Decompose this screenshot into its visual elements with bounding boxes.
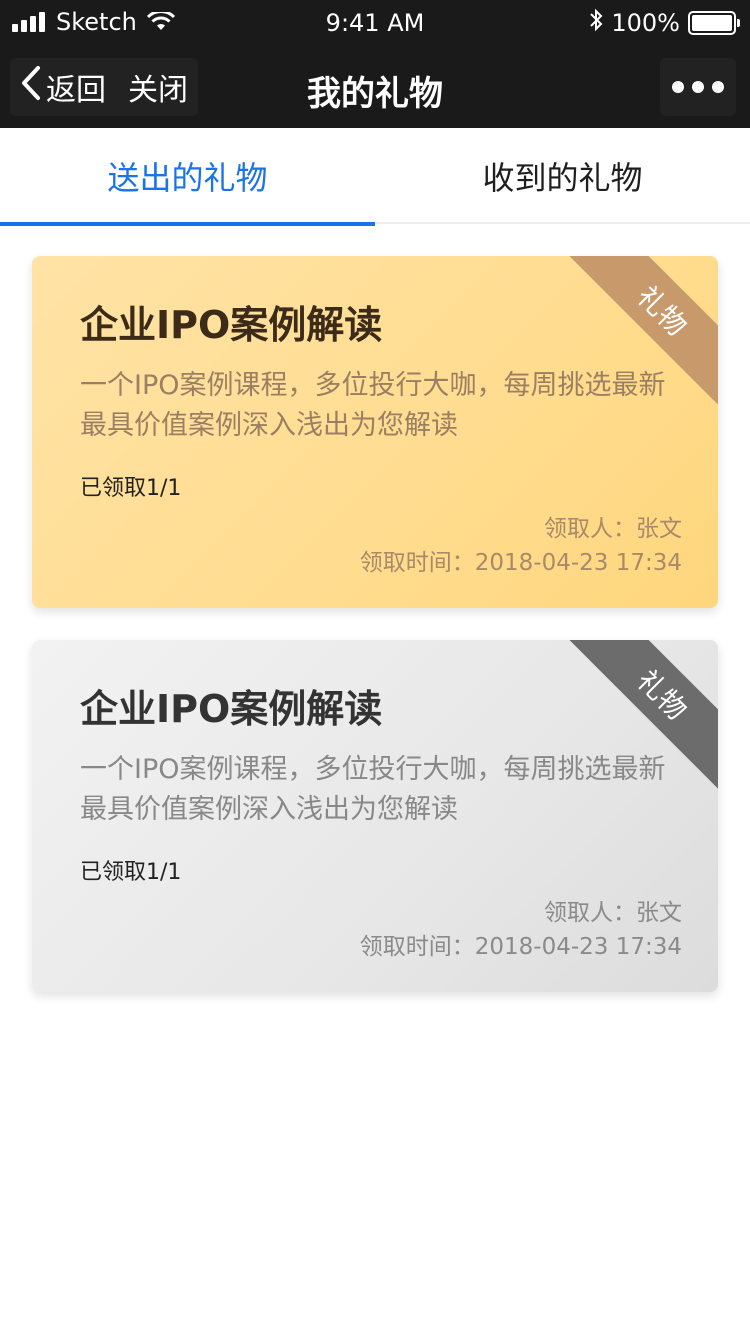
tab-sent-gifts[interactable]: 送出的礼物 [0,128,375,226]
bluetooth-icon [589,8,603,38]
tab-received-gifts[interactable]: 收到的礼物 [375,128,750,224]
status-bar: Sketch 9:41 AM 100% [0,0,750,46]
gift-card[interactable]: 礼物 企业IPO案例解读 一个IPO案例课程，多位投行大咖，每周挑选最新最具价值… [32,256,718,608]
more-icon[interactable] [660,58,736,116]
card-description: 一个IPO案例课程，多位投行大咖，每周挑选最新最具价值案例深入浅出为您解读 [80,370,666,441]
battery-percentage: 100% [611,9,680,37]
claimed-count: 已领取1/1 [80,860,182,885]
card-description: 一个IPO案例课程，多位投行大咖，每周挑选最新最具价值案例深入浅出为您解读 [80,754,666,825]
claimed-count: 已领取1/1 [80,476,182,501]
receiver: 领取人：张文 [544,900,682,926]
receiver: 领取人：张文 [544,516,682,542]
status-right: 100% [589,8,740,38]
received-time: 领取时间：2018-04-23 17:34 [359,934,682,960]
page-title: 我的礼物 [307,74,443,114]
card-meta: 领取人：张文 领取时间：2018-04-23 17:34 [360,896,682,964]
card-title: 企业IPO案例解读 [80,687,383,731]
battery-icon [688,11,740,35]
tab-bar: 送出的礼物 收到的礼物 [0,128,750,226]
card-meta: 领取人：张文 领取时间：2018-04-23 17:34 [360,512,682,580]
card-title: 企业IPO案例解读 [80,303,383,347]
nav-bar: 返回 关闭 我的礼物 [0,46,750,128]
gift-card[interactable]: 礼物 企业IPO案例解读 一个IPO案例课程，多位投行大咖，每周挑选最新最具价值… [32,640,718,992]
received-time: 领取时间：2018-04-23 17:34 [359,550,682,576]
